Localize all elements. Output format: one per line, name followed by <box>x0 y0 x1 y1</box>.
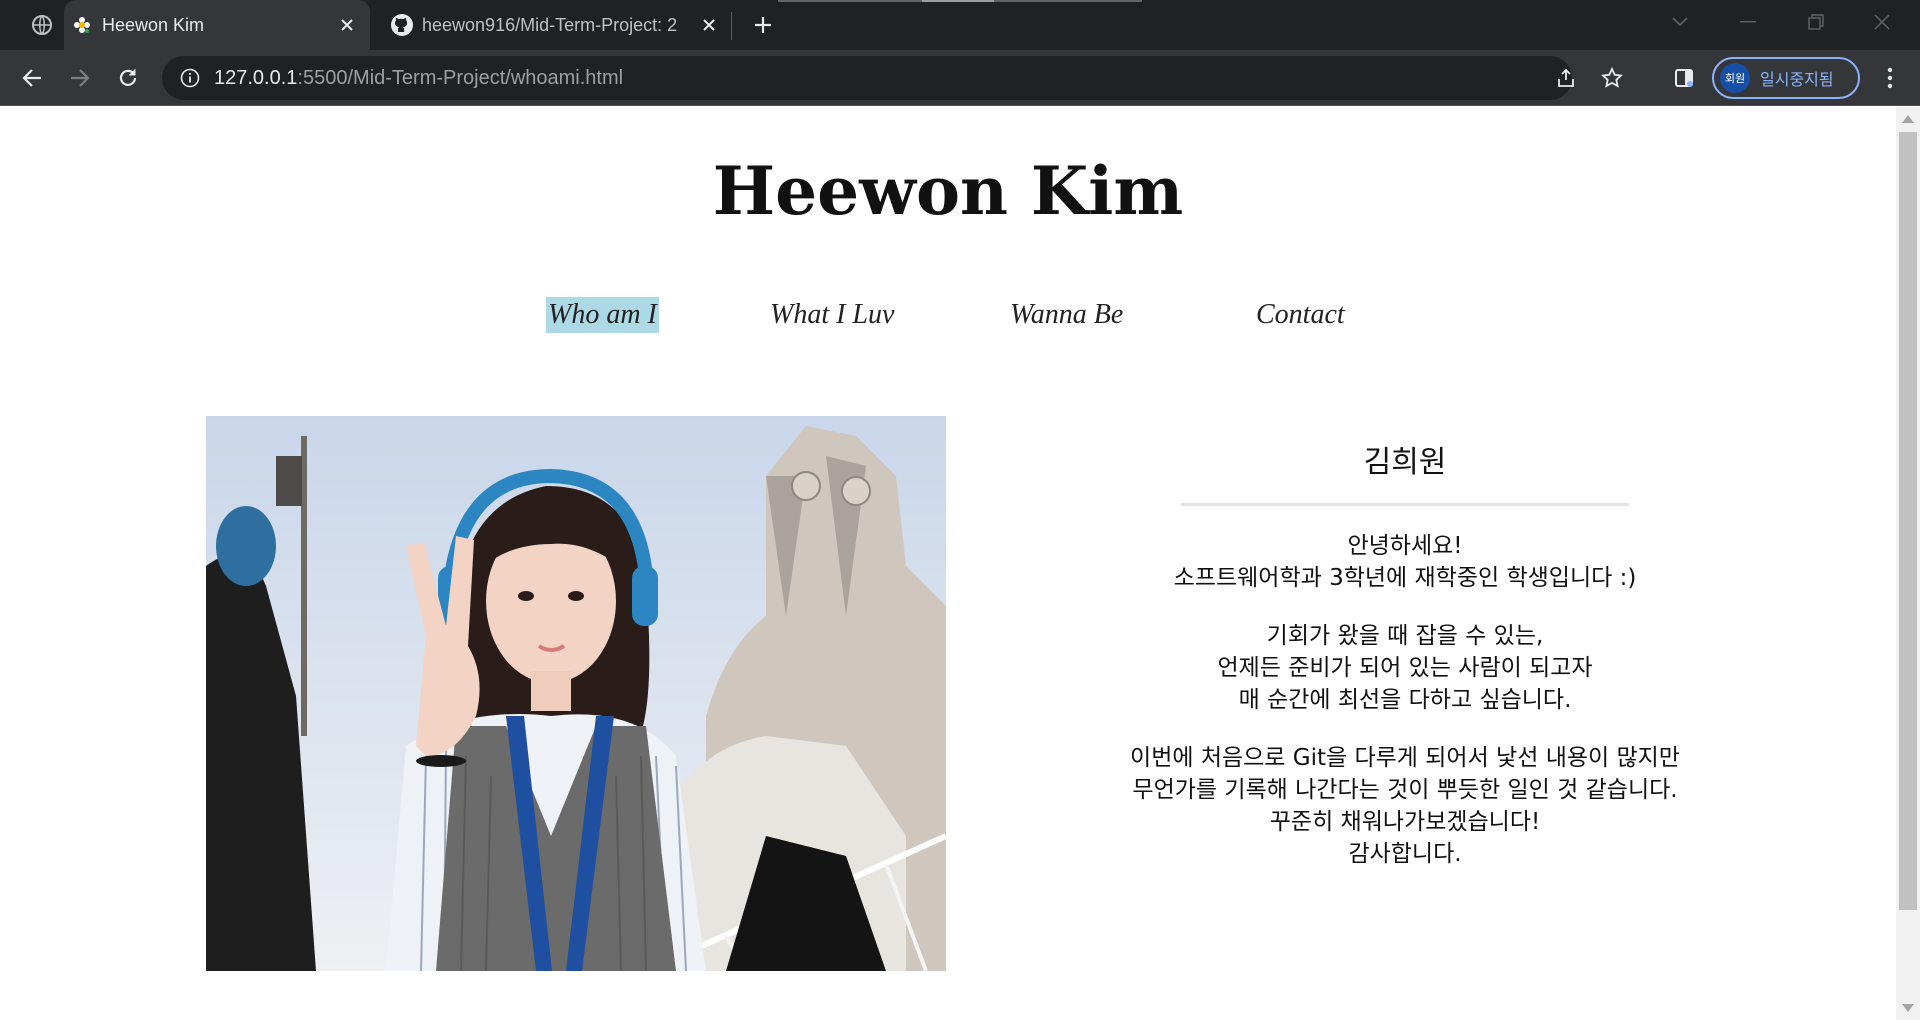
tab-github-repo[interactable]: heewon916/Mid-Term-Project: 2 <box>374 0 732 50</box>
minimize-icon[interactable] <box>1718 0 1778 44</box>
nav-what-i-luv[interactable]: What I Luv <box>770 297 894 333</box>
text-line: 기회가 왔을 때 잡을 수 있는, <box>1266 623 1544 649</box>
more-menu-icon[interactable] <box>1872 60 1908 96</box>
flower-icon <box>70 13 94 37</box>
main-nav: Who am I What I Luv Wanna Be Contact <box>0 297 1896 337</box>
intro-paragraph-3: 이번에 처음으로 Git을 다루게 되어서 낯선 내용이 많지만 무언가를 기록… <box>1000 742 1810 870</box>
nav-who-am-i[interactable]: Who am I <box>546 297 659 333</box>
close-window-icon[interactable] <box>1852 0 1912 44</box>
nav-wanna-be[interactable]: Wanna Be <box>1010 297 1123 333</box>
restore-icon[interactable] <box>1786 0 1846 44</box>
profile-photo <box>206 416 946 971</box>
text-line: 꾸준히 채워나가보겠습니다! <box>1269 809 1541 835</box>
tab-separator <box>731 12 732 40</box>
nav-contact[interactable]: Contact <box>1256 297 1345 333</box>
tab-strip: Heewon Kim heewon916/Mid-Term-Project: 2 <box>0 0 1920 50</box>
close-tab-icon[interactable] <box>694 10 724 40</box>
intro-paragraph-2: 기회가 왔을 때 잡을 수 있는, 언제든 준비가 되어 있는 사람이 되고자 … <box>1000 620 1810 716</box>
close-tab-icon[interactable] <box>332 10 362 40</box>
address-bar[interactable]: 127.0.0.1:5500/Mid-Term-Project/whoami.h… <box>162 56 1623 100</box>
profile-status: 일시중지됨 <box>1760 70 1834 89</box>
text-line: 언제든 준비가 되어 있는 사람이 되고자 <box>1217 655 1593 681</box>
url-text: 127.0.0.1:5500/Mid-Term-Project/whoami.h… <box>214 67 623 90</box>
intro-section: 김희원 안녕하세요! 소프트웨어학과 3학년에 재학중인 학생입니다 :) 기회… <box>1000 437 1810 896</box>
tab-heewon-kim[interactable]: Heewon Kim <box>64 0 370 50</box>
korean-name: 김희원 <box>1363 445 1447 480</box>
text-line: 무언가를 기록해 나간다는 것이 뿌듯한 일인 것 같습니다. <box>1132 777 1678 803</box>
new-tab-button[interactable] <box>746 8 780 42</box>
tab-search-icon[interactable] <box>1650 0 1710 44</box>
divider <box>1181 503 1629 506</box>
url-host: 127.0.0.1 <box>214 66 298 89</box>
scrollbar-thumb[interactable] <box>1899 132 1917 910</box>
site-info-icon[interactable] <box>174 62 206 94</box>
text-line: 소프트웨어학과 3학년에 재학중인 학생입니다 :) <box>1173 565 1637 591</box>
scroll-down-arrow-icon[interactable] <box>1902 1004 1914 1012</box>
text-line: 매 순간에 최선을 다하고 싶습니다. <box>1238 687 1572 713</box>
avatar: 회원 <box>1720 63 1750 93</box>
forward-button[interactable] <box>62 60 98 96</box>
profile-button[interactable]: 회원 일시중지됨 <box>1712 57 1860 99</box>
url-path: :5500/Mid-Term-Project/whoami.html <box>297 66 624 89</box>
text-line: 이번에 처음으로 Git을 다루게 되어서 낯선 내용이 많지만 <box>1130 745 1680 771</box>
reload-button[interactable] <box>110 60 146 96</box>
text-line: 감사합니다. <box>1348 841 1462 867</box>
bookmark-star-icon[interactable] <box>1596 62 1628 94</box>
browser-toolbar: 127.0.0.1:5500/Mid-Term-Project/whoami.h… <box>0 50 1920 106</box>
share-icon[interactable] <box>1550 62 1582 94</box>
tab-title: Heewon Kim <box>102 14 205 35</box>
page-title: Heewon Kim <box>712 152 1184 230</box>
github-icon <box>390 13 414 37</box>
page-viewport: Heewon Kim Who am I What I Luv Wanna Be … <box>0 107 1896 1020</box>
side-panel-icon[interactable] <box>1666 60 1702 96</box>
scroll-up-arrow-icon[interactable] <box>1902 115 1914 123</box>
tab-title: heewon916/Mid-Term-Project: 2 <box>422 14 678 35</box>
text-line: 안녕하세요! <box>1347 533 1463 559</box>
back-button[interactable] <box>14 60 50 96</box>
globe-icon[interactable] <box>14 0 70 50</box>
intro-paragraph-1: 안녕하세요! 소프트웨어학과 3학년에 재학중인 학생입니다 :) <box>1000 530 1810 594</box>
page-scrollbar[interactable] <box>1896 107 1920 1020</box>
tab-strip-indicator <box>778 0 1142 2</box>
